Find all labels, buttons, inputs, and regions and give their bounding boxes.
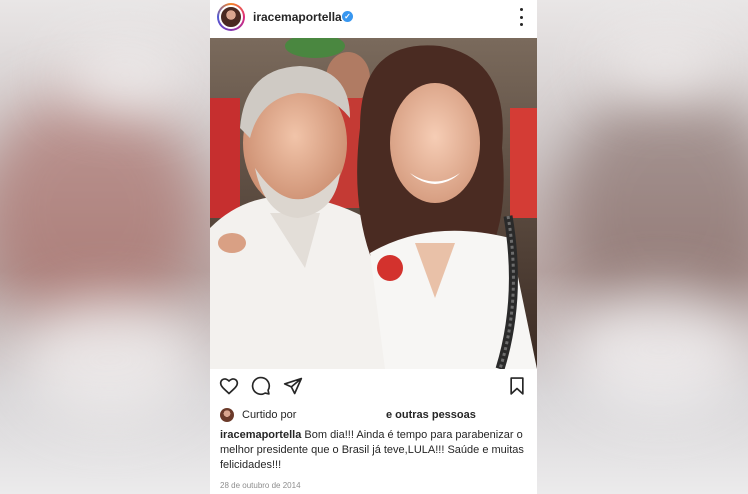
caption-username[interactable]: iracemaportella <box>220 429 301 441</box>
heart-icon[interactable] <box>219 376 239 396</box>
verified-badge-icon: ✓ <box>342 11 353 22</box>
bookmark-icon[interactable] <box>507 376 527 396</box>
share-icon[interactable] <box>283 376 303 396</box>
liked-by-others[interactable]: e outras pessoas <box>386 409 476 421</box>
post-username[interactable]: iracemaportella <box>253 10 342 24</box>
avatar[interactable] <box>217 3 245 31</box>
liked-by-prefix: Curtido por <box>242 409 297 421</box>
post-header: iracemaportella ✓ <box>210 0 537 36</box>
comment-icon[interactable] <box>251 376 271 396</box>
post-actions <box>210 376 537 398</box>
likes-row: Curtido por e outras pessoas <box>220 407 476 423</box>
post-photo[interactable] <box>210 38 537 369</box>
post-caption: iracemaportella Bom dia!!! Ainda é tempo… <box>220 428 532 473</box>
more-options-icon[interactable] <box>517 8 525 26</box>
instagram-post: iracemaportella ✓ Curtido por e outras p… <box>210 0 537 494</box>
liker-avatar[interactable] <box>220 408 234 422</box>
post-date: 28 de outubro de 2014 <box>220 481 301 490</box>
